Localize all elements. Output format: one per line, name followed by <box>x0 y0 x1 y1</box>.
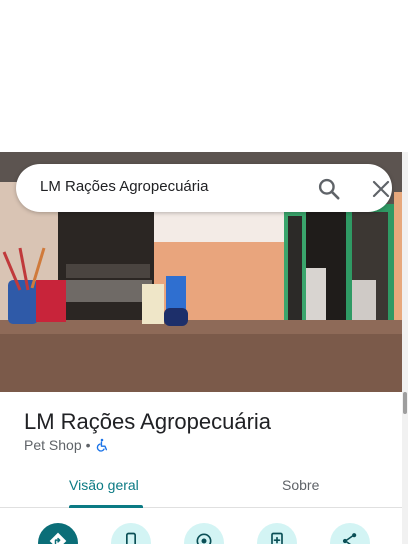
location-button[interactable] <box>184 523 224 544</box>
tab-about[interactable]: Sobre <box>282 477 319 493</box>
scrollbar-track[interactable] <box>402 152 408 544</box>
location-icon <box>196 533 212 544</box>
tab-overview[interactable]: Visão geral <box>69 477 139 493</box>
place-title: LM Rações Agropecuária <box>24 409 272 434</box>
scrollbar-thumb[interactable] <box>403 392 407 414</box>
call-button[interactable] <box>111 523 151 544</box>
directions-icon <box>49 532 67 544</box>
close-icon[interactable] <box>369 177 393 201</box>
directions-button[interactable] <box>38 523 78 544</box>
place-subtitle: Pet Shop • <box>24 437 109 453</box>
save-document-icon <box>271 532 283 544</box>
wheelchair-accessible-icon <box>95 438 109 452</box>
share-button[interactable] <box>330 523 370 544</box>
phone-icon <box>126 532 136 544</box>
selected-tab-indicator <box>69 505 143 508</box>
share-icon <box>342 533 357 544</box>
search-bar[interactable]: LM Rações Agropecuária <box>16 164 392 212</box>
search-icon[interactable] <box>316 176 342 202</box>
search-input[interactable]: LM Rações Agropecuária <box>40 178 208 195</box>
tab-bar: Visão geral Sobre <box>0 470 402 508</box>
place-category: Pet Shop <box>24 437 82 453</box>
separator-dot: • <box>85 437 91 453</box>
save-button[interactable] <box>257 523 297 544</box>
